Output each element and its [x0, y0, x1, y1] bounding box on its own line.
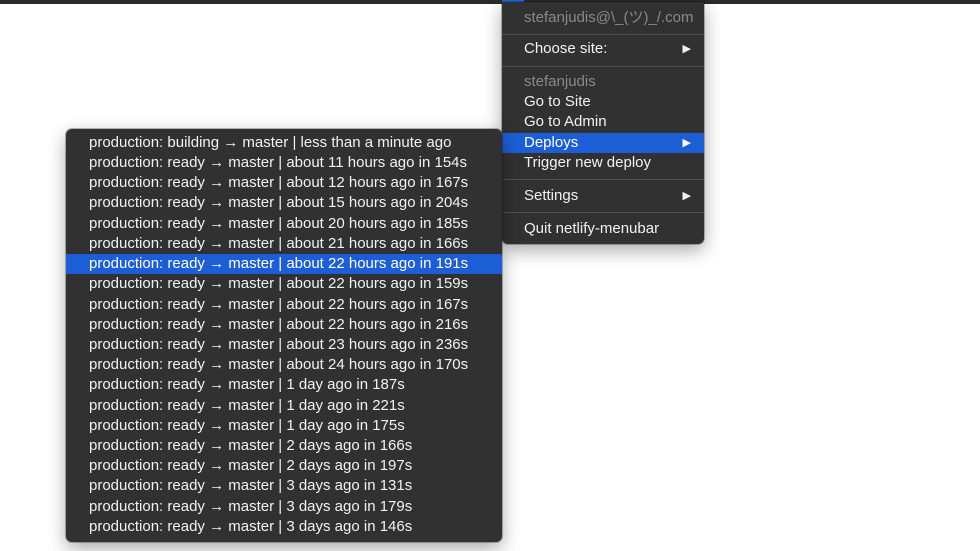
menubar-strip: [0, 0, 980, 4]
deploy-item[interactable]: production: ready → master | 3 days ago …: [66, 476, 502, 496]
deploys-label: Deploys: [524, 134, 579, 151]
submenu-arrow-icon: ▶: [682, 43, 691, 55]
deploy-item[interactable]: production: ready → master | 3 days ago …: [66, 517, 502, 537]
settings-label: Settings: [524, 187, 579, 204]
submenu-arrow-icon: ▶: [682, 190, 691, 202]
deploy-item[interactable]: production: ready → master | about 22 ho…: [66, 295, 502, 315]
menu-separator: [502, 66, 704, 67]
deploy-item[interactable]: production: ready → master | about 12 ho…: [66, 173, 502, 193]
deploy-item[interactable]: production: ready → master | 2 days ago …: [66, 456, 502, 476]
trigger-new-deploy-menu-item[interactable]: Trigger new deploy: [502, 153, 704, 173]
menu-separator: [502, 179, 704, 180]
choose-site-label: Choose site:: [524, 40, 608, 57]
deploy-item[interactable]: production: ready → master | about 21 ho…: [66, 234, 502, 254]
deploy-item[interactable]: production: ready → master | about 20 ho…: [66, 214, 502, 234]
deploy-item-selected[interactable]: production: ready → master | about 22 ho…: [66, 254, 502, 274]
go-to-site-menu-item[interactable]: Go to Site: [502, 92, 704, 112]
deploy-item[interactable]: production: ready → master | about 22 ho…: [66, 274, 502, 294]
deploy-item[interactable]: production: ready → master | about 11 ho…: [66, 153, 502, 173]
deploy-item[interactable]: production: ready → master | about 24 ho…: [66, 355, 502, 375]
quit-menu-item[interactable]: Quit netlify-menubar: [502, 219, 704, 239]
deploy-item[interactable]: production: ready → master | about 22 ho…: [66, 315, 502, 335]
deploys-submenu: production: building → master | less tha…: [66, 129, 502, 542]
deploy-item[interactable]: production: ready → master | 3 days ago …: [66, 497, 502, 517]
menu-separator: [502, 212, 704, 213]
deploy-item[interactable]: production: ready → master | 2 days ago …: [66, 436, 502, 456]
submenu-arrow-icon: ▶: [682, 137, 691, 149]
deploy-item[interactable]: production: ready → master | 1 day ago i…: [66, 416, 502, 436]
deploy-item[interactable]: production: building → master | less tha…: [66, 133, 502, 153]
settings-menu-item[interactable]: Settings ▶: [502, 186, 704, 206]
account-email: stefanjudis@\_(ツ)_/.com: [524, 9, 694, 26]
choose-site-menu-item[interactable]: Choose site: ▶: [502, 39, 704, 59]
deploy-item[interactable]: production: ready → master | about 23 ho…: [66, 335, 502, 355]
deploys-menu-item[interactable]: Deploys ▶: [502, 133, 704, 153]
go-to-admin-menu-item[interactable]: Go to Admin: [502, 112, 704, 132]
deploy-item[interactable]: production: ready → master | about 15 ho…: [66, 193, 502, 213]
deploy-item[interactable]: production: ready → master | 1 day ago i…: [66, 375, 502, 395]
netlify-menubar-menu: stefanjudis@\_(ツ)_/.com Choose site: ▶ s…: [502, 2, 704, 244]
menu-separator: [502, 34, 704, 35]
deploy-item[interactable]: production: ready → master | 1 day ago i…: [66, 396, 502, 416]
current-site-name: stefanjudis: [524, 73, 596, 90]
